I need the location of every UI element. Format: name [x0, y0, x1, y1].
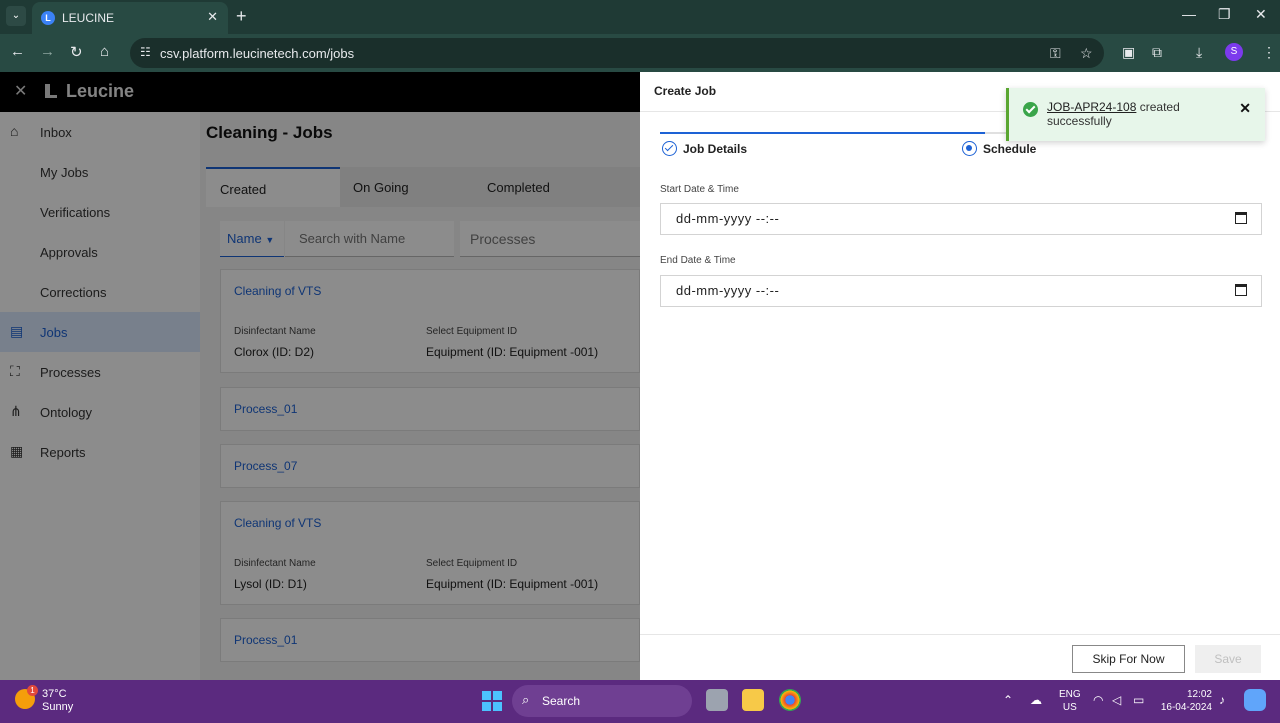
- success-toast: JOB-APR24-108 created successfully ✕: [1006, 88, 1265, 141]
- close-tab-icon[interactable]: ✕: [207, 9, 218, 25]
- step-label: Schedule: [983, 142, 1037, 156]
- check-circle-icon: [662, 141, 677, 156]
- close-window-icon[interactable]: ✕: [1255, 6, 1267, 23]
- wifi-icon[interactable]: ◠: [1093, 693, 1103, 707]
- start-datetime-input[interactable]: dd-mm-yyyy --:--: [660, 203, 1262, 235]
- task-view-icon[interactable]: [706, 689, 728, 711]
- taskbar-search[interactable]: ⌕ Search: [512, 685, 692, 717]
- drawer-title: Create Job: [654, 84, 717, 98]
- start-datetime-value: dd-mm-yyyy --:--: [676, 211, 780, 226]
- browser-toolbar: ← → ↻ ⌂ ☷ csv.platform.leucinetech.com/j…: [0, 34, 1280, 72]
- camera-icon[interactable]: ▣: [1122, 44, 1135, 61]
- url-text: csv.platform.leucinetech.com/jobs: [160, 46, 355, 61]
- end-date-label: End Date & Time: [660, 255, 736, 266]
- copilot-icon[interactable]: [1244, 689, 1266, 711]
- bell-icon[interactable]: ♪: [1219, 693, 1225, 707]
- reload-icon[interactable]: ↻: [70, 43, 83, 61]
- weather-temp[interactable]: 37°C: [42, 688, 67, 700]
- browser-tabstrip: ⌄ L LEUCINE ✕ + — ❐ ✕: [0, 0, 1280, 34]
- site-info-icon[interactable]: ☷: [140, 45, 151, 59]
- notification-badge: 1: [27, 685, 38, 696]
- clock-date: 16-04-2024: [1160, 702, 1212, 713]
- windows-taskbar: 1 37°C Sunny ⌕ Search ⌃ ☁ ENG US ◠ ◁ ▭ 12…: [0, 680, 1280, 723]
- weather-desc[interactable]: Sunny: [42, 701, 73, 713]
- skip-for-now-button[interactable]: Skip For Now: [1072, 645, 1185, 673]
- browser-tab[interactable]: L LEUCINE ✕: [32, 2, 228, 34]
- new-tab-button[interactable]: +: [236, 6, 247, 27]
- create-job-drawer: Create Job Job Details Schedule Start Da…: [640, 72, 1280, 680]
- minimize-icon[interactable]: —: [1182, 6, 1196, 22]
- search-label: Search: [542, 694, 581, 708]
- language-indicator[interactable]: ENG US: [1059, 688, 1081, 714]
- bookmark-star-icon[interactable]: ☆: [1080, 45, 1093, 62]
- step-schedule[interactable]: Schedule: [962, 141, 1036, 156]
- back-icon[interactable]: ←: [10, 43, 25, 60]
- job-id-link[interactable]: JOB-APR24-108: [1047, 100, 1136, 114]
- success-check-icon: [1023, 102, 1038, 117]
- volume-icon[interactable]: ◁: [1112, 693, 1121, 707]
- chrome-icon[interactable]: [779, 689, 801, 711]
- step-label: Job Details: [683, 142, 748, 156]
- app: ✕ Leucine ⌂ Inbox My Jobs Verifications Appr…: [0, 72, 1280, 680]
- address-bar[interactable]: ☷ csv.platform.leucinetech.com/jobs ⚿ ☆: [130, 38, 1104, 68]
- clock-time: 12:02: [1186, 689, 1212, 700]
- drawer-footer: Skip For Now Save: [640, 634, 1280, 680]
- favicon-icon: L: [41, 11, 55, 25]
- tab-list-button[interactable]: ⌄: [6, 6, 26, 26]
- battery-icon[interactable]: ▭: [1133, 693, 1144, 707]
- clock[interactable]: 12:02 16-04-2024: [1160, 688, 1212, 714]
- toast-message: JOB-APR24-108 created successfully: [1047, 100, 1227, 128]
- search-icon: ⌕: [522, 692, 530, 707]
- forward-icon[interactable]: →: [40, 43, 55, 60]
- profile-avatar[interactable]: S: [1225, 43, 1243, 61]
- more-menu-icon[interactable]: ⋮: [1262, 44, 1276, 61]
- radio-selected-icon: [962, 141, 977, 156]
- end-datetime-value: dd-mm-yyyy --:--: [676, 283, 780, 298]
- lang-code: ENG: [1059, 689, 1081, 700]
- modal-overlay[interactable]: [0, 72, 640, 680]
- file-explorer-icon[interactable]: [742, 689, 764, 711]
- tab-title: LEUCINE: [62, 11, 115, 25]
- calendar-icon[interactable]: [1235, 284, 1247, 296]
- windows-start-icon[interactable]: [482, 691, 502, 711]
- end-datetime-input[interactable]: dd-mm-yyyy --:--: [660, 275, 1262, 307]
- chevron-up-icon[interactable]: ⌃: [1003, 693, 1013, 707]
- download-icon[interactable]: ⤓: [1196, 44, 1202, 61]
- cloud-icon[interactable]: ☁: [1030, 693, 1042, 707]
- close-toast-icon[interactable]: ✕: [1239, 100, 1251, 117]
- calendar-icon[interactable]: [1235, 212, 1247, 224]
- start-date-label: Start Date & Time: [660, 184, 739, 195]
- maximize-icon[interactable]: ❐: [1218, 6, 1231, 23]
- region-code: US: [1062, 702, 1077, 713]
- home-icon[interactable]: ⌂: [100, 43, 109, 60]
- extensions-icon[interactable]: ⧉: [1152, 44, 1162, 61]
- password-key-icon[interactable]: ⚿: [1050, 45, 1061, 62]
- step-job-details[interactable]: Job Details: [662, 141, 747, 156]
- step-progress-fill: [660, 132, 985, 134]
- save-button[interactable]: Save: [1195, 645, 1261, 673]
